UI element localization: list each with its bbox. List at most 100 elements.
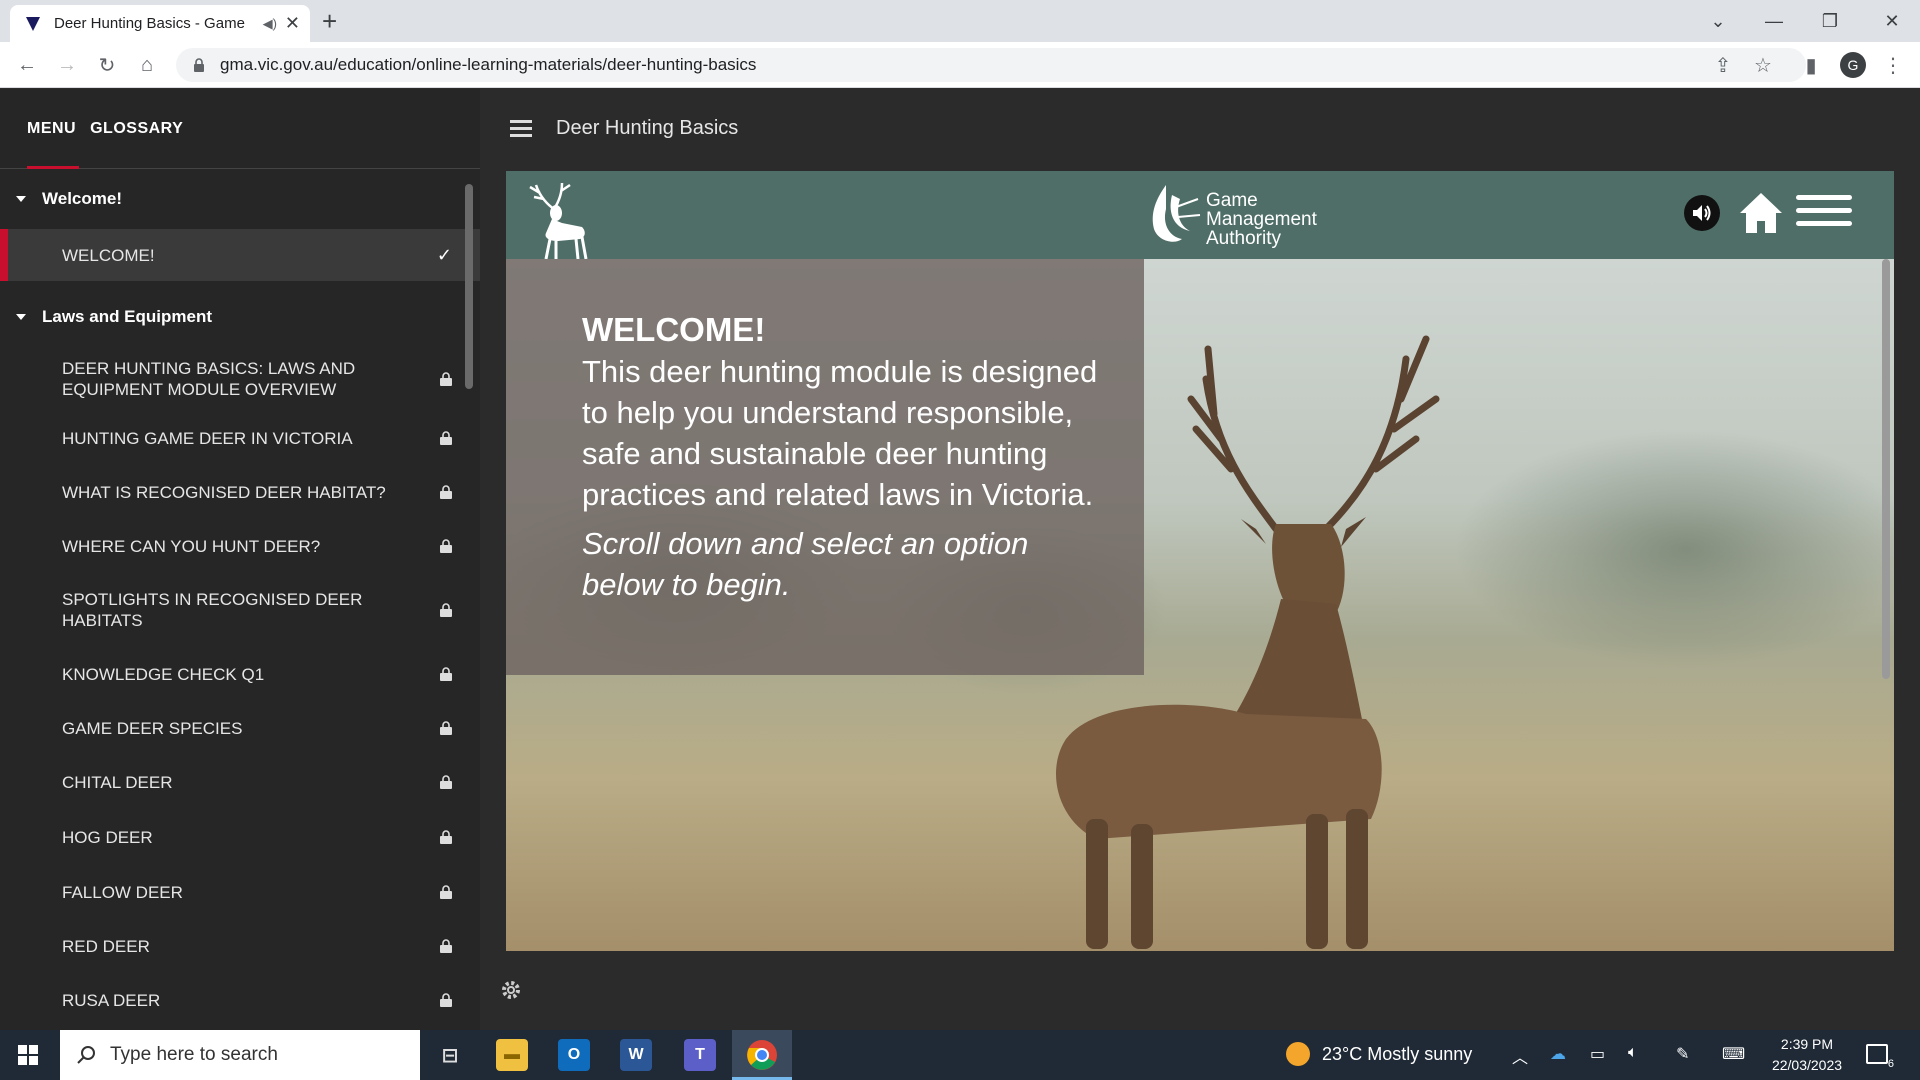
stag-logo-icon [529, 182, 588, 259]
sidebar-item[interactable]: WHERE CAN YOU HUNT DEER? [0, 519, 480, 573]
keyboard-icon[interactable]: ⌨ [1722, 1044, 1745, 1064]
share-icon[interactable]: ⇪ [1710, 52, 1736, 78]
browser-menu-icon[interactable]: ⋮ [1880, 52, 1906, 78]
sidebar-item-label: WELCOME! [62, 245, 155, 265]
sidebar-item[interactable]: SPOTLIGHTS IN RECOGNISED DEER HABITATS [0, 573, 480, 647]
settings-gear-icon[interactable] [500, 979, 522, 1001]
caret-down-icon [16, 314, 26, 320]
sidebar-item[interactable]: KNOWLEDGE CHECK Q1 [0, 647, 480, 701]
chrome-taskbar-active[interactable] [732, 1030, 792, 1080]
sidebar-item-label: RUSA DEER [62, 990, 161, 1010]
sidebar-item[interactable]: HUNTING GAME DEER IN VICTORIA [0, 411, 480, 465]
sidebar-item[interactable]: CHITAL DEER [0, 755, 480, 809]
windows-start-icon[interactable] [18, 1045, 38, 1065]
speaker-icon [1693, 205, 1711, 221]
weather-widget[interactable]: 23°C Mostly sunny [1286, 1042, 1472, 1066]
sidebar-item[interactable]: RUSA DEER [0, 973, 480, 1027]
tab-close-icon[interactable]: ✕ [285, 13, 300, 34]
lock-icon [440, 885, 452, 899]
browser-tabstrip: Deer Hunting Basics - Game ◀) ✕ + ⌄ — ❐ … [0, 0, 1920, 42]
windows-taskbar: Type here to search ⊟ ▬ O W T 23°C Mostl… [0, 1030, 1920, 1080]
volume-icon[interactable]: 🔈︎ [1628, 1044, 1638, 1062]
caret-down-icon [16, 196, 26, 202]
sidebar-item-label: GAME DEER SPECIES [62, 718, 243, 738]
word-icon[interactable]: W [620, 1039, 652, 1071]
lock-icon [440, 775, 452, 789]
sidebar-item[interactable]: FALLOW DEER [0, 865, 480, 919]
clock-time: 2:39 PM [1780, 1036, 1834, 1052]
gma-emblem-icon [1152, 185, 1201, 242]
sidebar-item-welcome[interactable]: WELCOME! ✓ [0, 229, 480, 281]
sidebar-item[interactable]: GAME DEER SPECIES [0, 701, 480, 755]
bookmark-star-icon[interactable]: ☆ [1750, 52, 1776, 78]
new-tab-button[interactable]: + [322, 8, 337, 34]
sidebar-item-label: RED DEER [62, 936, 150, 956]
file-explorer-icon[interactable]: ▬ [496, 1039, 528, 1071]
sidebar-scrollbar[interactable] [465, 184, 473, 389]
lock-icon [440, 830, 452, 844]
tab-audio-icon[interactable]: ◀) [263, 16, 277, 32]
clock-date: 22/03/2023 [1771, 1057, 1843, 1073]
tray-overflow-icon[interactable]: ︿ [1512, 1044, 1528, 1068]
sidebar-item-label: HUNTING GAME DEER IN VICTORIA [62, 428, 353, 448]
restore-button[interactable]: ❐ [1802, 0, 1858, 42]
active-tab-indicator [27, 166, 79, 169]
gma-logo: Game Management Authority [1146, 179, 1326, 251]
close-window-button[interactable]: ✕ [1864, 0, 1920, 42]
sidebar-item[interactable]: DEER HUNTING BASICS: LAWS AND EQUIPMENT … [0, 347, 480, 411]
lesson-scrollbar[interactable] [1882, 259, 1890, 679]
lock-icon [440, 939, 452, 953]
address-bar[interactable]: gma.vic.gov.au/education/online-learning… [176, 48, 1806, 82]
tab-search-icon[interactable]: ⌄ [1690, 0, 1746, 42]
sound-toggle-button[interactable] [1684, 195, 1720, 231]
section-title: Laws and Equipment [42, 307, 213, 326]
lock-icon [440, 993, 452, 1007]
system-clock[interactable]: 2:39 PM 22/03/2023 [1762, 1034, 1852, 1076]
profile-avatar[interactable]: G [1840, 52, 1866, 78]
course-title: Deer Hunting Basics [556, 117, 739, 139]
sidebar-item-label: SPOTLIGHTS IN RECOGNISED DEER HABITATS [62, 590, 363, 630]
lesson-menu-icon[interactable] [1796, 195, 1852, 234]
sidebar-tabs: MENU GLOSSARY [0, 89, 480, 169]
weather-text: 23°C Mostly sunny [1322, 1043, 1473, 1064]
tab-title: Deer Hunting Basics - Game [54, 15, 245, 32]
browser-toolbar: ← → ↻ ⌂ gma.vic.gov.au/education/online-… [0, 42, 1920, 88]
pen-icon[interactable]: ✎ [1676, 1044, 1689, 1064]
sidebar-item[interactable]: WHAT IS RECOGNISED DEER HABITAT? [0, 465, 480, 519]
section-laws-and-equipment[interactable]: Laws and Equipment [0, 287, 480, 347]
outlook-icon[interactable]: O [558, 1039, 590, 1071]
notification-center-icon[interactable]: 6 [1866, 1044, 1894, 1070]
sidebar-item[interactable]: HOG DEER [0, 809, 480, 865]
welcome-heading: WELCOME! [582, 311, 766, 348]
search-icon [77, 1046, 95, 1064]
onedrive-icon[interactable]: ☁ [1550, 1044, 1566, 1064]
forward-icon[interactable]: → [54, 52, 80, 78]
section-welcome[interactable]: Welcome! [0, 169, 480, 229]
tab-menu[interactable]: MENU [27, 120, 76, 138]
hamburger-menu-icon[interactable] [510, 120, 532, 141]
sidebar-item-label: WHAT IS RECOGNISED DEER HABITAT? [62, 482, 386, 502]
chrome-icon [747, 1040, 777, 1070]
sidebar-item-label: WHERE CAN YOU HUNT DEER? [62, 536, 321, 556]
taskbar-search-box[interactable]: Type here to search [60, 1030, 420, 1080]
section-title: Welcome! [42, 189, 122, 208]
network-icon[interactable]: ▭ [1590, 1044, 1605, 1064]
browser-tab[interactable]: Deer Hunting Basics - Game ◀) ✕ [10, 5, 310, 42]
lock-icon [440, 431, 452, 445]
home-icon[interactable]: ⌂ [134, 52, 160, 78]
minimize-button[interactable]: — [1746, 0, 1802, 42]
lock-icon [440, 539, 452, 553]
gma-favicon-icon [26, 16, 40, 31]
sidebar-item-label: HOG DEER [62, 827, 153, 847]
tab-glossary[interactable]: GLOSSARY [90, 120, 183, 138]
home-button-icon[interactable] [1738, 191, 1784, 235]
sidebar-item[interactable]: RED DEER [0, 919, 480, 973]
reload-icon[interactable]: ↻ [94, 52, 120, 78]
task-view-icon[interactable]: ⊟ [434, 1039, 466, 1071]
url-text: gma.vic.gov.au/education/online-learning… [220, 55, 757, 74]
notification-count: 6 [1887, 1058, 1894, 1070]
side-panel-icon[interactable]: ▮ [1798, 52, 1824, 78]
back-icon[interactable]: ← [14, 52, 40, 78]
teams-icon[interactable]: T [684, 1039, 716, 1071]
checkmark-icon: ✓ [436, 244, 452, 265]
